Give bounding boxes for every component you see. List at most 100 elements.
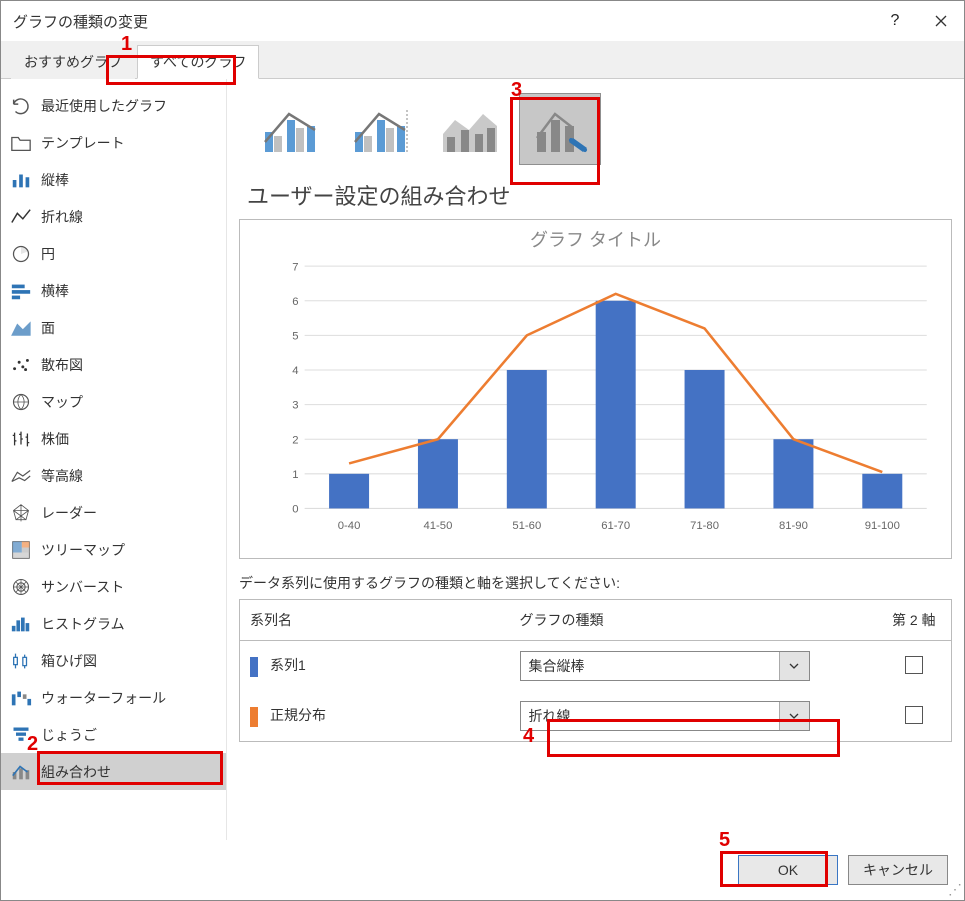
undo-icon	[9, 95, 33, 117]
series-type-select-1[interactable]: 集合縦棒	[520, 651, 810, 681]
series-header-name: 系列名	[240, 600, 510, 641]
annotation-box-2	[37, 751, 223, 785]
line-chart-icon	[9, 207, 33, 227]
series-type-value: 集合縦棒	[521, 652, 779, 680]
sidebar-item-radar[interactable]: レーダー	[1, 494, 226, 531]
sidebar-item-waterfall[interactable]: ウォーターフォール	[1, 679, 226, 716]
cancel-button[interactable]: キャンセル	[848, 855, 948, 885]
chart-category-sidebar: 最近使用したグラフ テンプレート 縦棒 折れ線 円 横棒 面 散布図 マップ 株…	[1, 79, 226, 840]
svg-text:7: 7	[292, 261, 298, 273]
series-row: 系列1 集合縦棒	[240, 641, 952, 692]
svg-text:0: 0	[292, 504, 298, 516]
svg-text:0-40: 0-40	[338, 520, 361, 532]
annotation-box-5	[720, 851, 828, 887]
series-instruction-label: データ系列に使用するグラフの種類と軸を選択してください:	[239, 573, 952, 593]
chart-preview-plot: 0 1 2 3 4 5 6 7 0-40 41-50 51-60 61-70 71-80 81-90 91-…	[280, 260, 937, 537]
help-button[interactable]: ?	[872, 1, 918, 41]
sidebar-item-surface[interactable]: 等高線	[1, 457, 226, 494]
stock-chart-icon	[9, 429, 33, 449]
histogram-icon	[9, 614, 33, 634]
chart-preview-title: グラフ タイトル	[240, 226, 951, 252]
svg-text:1: 1	[292, 469, 298, 481]
svg-text:41-50: 41-50	[424, 520, 453, 532]
svg-text:6: 6	[292, 296, 298, 308]
sidebar-item-label: 株価	[41, 429, 69, 449]
sidebar-item-scatter[interactable]: 散布図	[1, 346, 226, 383]
secondary-axis-checkbox-1[interactable]	[905, 656, 923, 674]
sunburst-icon	[9, 577, 33, 597]
resize-grip[interactable]: ⋰	[948, 884, 962, 898]
sidebar-item-line[interactable]: 折れ線	[1, 198, 226, 235]
annotation-2: 2	[27, 733, 38, 756]
annotation-box-3	[510, 97, 600, 185]
surface-chart-icon	[9, 466, 33, 486]
titlebar: グラフの種類の変更 ?	[1, 1, 964, 41]
svg-text:3: 3	[292, 400, 298, 412]
annotation-box-4	[547, 719, 840, 757]
annotation-5: 5	[719, 829, 730, 852]
series-header-type: グラフの種類	[510, 600, 877, 641]
sidebar-item-map[interactable]: マップ	[1, 383, 226, 420]
sidebar-item-label: テンプレート	[41, 133, 125, 153]
sidebar-item-label: 散布図	[41, 355, 83, 375]
treemap-icon	[9, 540, 33, 560]
column-chart-icon	[9, 170, 33, 190]
sidebar-item-label: ヒストグラム	[41, 614, 125, 634]
annotation-1: 1	[121, 33, 132, 56]
sidebar-item-stock[interactable]: 株価	[1, 420, 226, 457]
map-icon	[9, 392, 33, 412]
sidebar-item-label: ウォーターフォール	[41, 688, 166, 708]
svg-text:81-90: 81-90	[779, 520, 808, 532]
boxwhisker-icon	[9, 651, 33, 671]
sidebar-item-area[interactable]: 面	[1, 309, 226, 346]
svg-text:2: 2	[292, 434, 298, 446]
sidebar-item-bar[interactable]: 横棒	[1, 272, 226, 309]
bar-chart-icon	[9, 281, 33, 301]
pie-chart-icon	[9, 244, 33, 264]
sidebar-item-label: ツリーマップ	[41, 540, 125, 560]
dialog-title: グラフの種類の変更	[13, 11, 872, 32]
sidebar-item-templates[interactable]: テンプレート	[1, 124, 226, 161]
area-chart-icon	[9, 318, 33, 338]
sidebar-item-column[interactable]: 縦棒	[1, 161, 226, 198]
series-swatch	[250, 707, 258, 727]
sidebar-item-label: 箱ひげ図	[41, 651, 97, 671]
sidebar-item-label: 横棒	[41, 281, 69, 301]
svg-text:4: 4	[292, 365, 298, 377]
sidebar-item-sunburst[interactable]: サンバースト	[1, 568, 226, 605]
sidebar-item-histogram[interactable]: ヒストグラム	[1, 605, 226, 642]
subtype-stacked-area-column[interactable]	[429, 93, 511, 165]
annotation-box-1	[106, 55, 236, 85]
annotation-3: 3	[511, 79, 522, 102]
subtype-clustered-column-line[interactable]	[249, 93, 331, 165]
svg-text:71-80: 71-80	[690, 520, 719, 532]
sidebar-item-label: サンバースト	[41, 577, 124, 597]
subtype-column-line-secondary[interactable]	[339, 93, 421, 165]
annotation-4: 4	[523, 725, 534, 748]
sidebar-item-pie[interactable]: 円	[1, 235, 226, 272]
chart-preview: グラフ タイトル 0 1 2 3 4 5 6 7 0-40 41-50 51-60 61-70 71-8…	[239, 219, 952, 559]
folder-icon	[9, 133, 33, 153]
series-swatch	[250, 657, 258, 677]
sidebar-item-recent[interactable]: 最近使用したグラフ	[1, 87, 226, 124]
sidebar-item-label: 等高線	[41, 466, 83, 486]
svg-text:91-100: 91-100	[865, 520, 900, 532]
waterfall-icon	[9, 688, 33, 708]
chevron-down-icon	[779, 652, 809, 680]
svg-text:51-60: 51-60	[512, 520, 541, 532]
sidebar-item-label: マップ	[41, 392, 83, 412]
sidebar-item-label: 面	[41, 318, 55, 338]
sidebar-item-label: レーダー	[41, 503, 97, 523]
svg-text:61-70: 61-70	[601, 520, 630, 532]
change-chart-type-dialog: 1 3 2 4 5 グラフの種類の変更 ? おすすめグラフ すべてのグラフ 最近…	[0, 0, 965, 901]
svg-text:5: 5	[292, 330, 298, 342]
secondary-axis-checkbox-2[interactable]	[905, 706, 923, 724]
sidebar-item-treemap[interactable]: ツリーマップ	[1, 531, 226, 568]
series-name: 正規分布	[270, 707, 326, 723]
combo-chart-icon	[9, 762, 33, 782]
close-button[interactable]	[918, 1, 964, 41]
sidebar-item-label: 縦棒	[41, 170, 69, 190]
series-name: 系列1	[270, 657, 306, 673]
sidebar-item-label: 最近使用したグラフ	[41, 96, 167, 116]
sidebar-item-boxwhisker[interactable]: 箱ひげ図	[1, 642, 226, 679]
